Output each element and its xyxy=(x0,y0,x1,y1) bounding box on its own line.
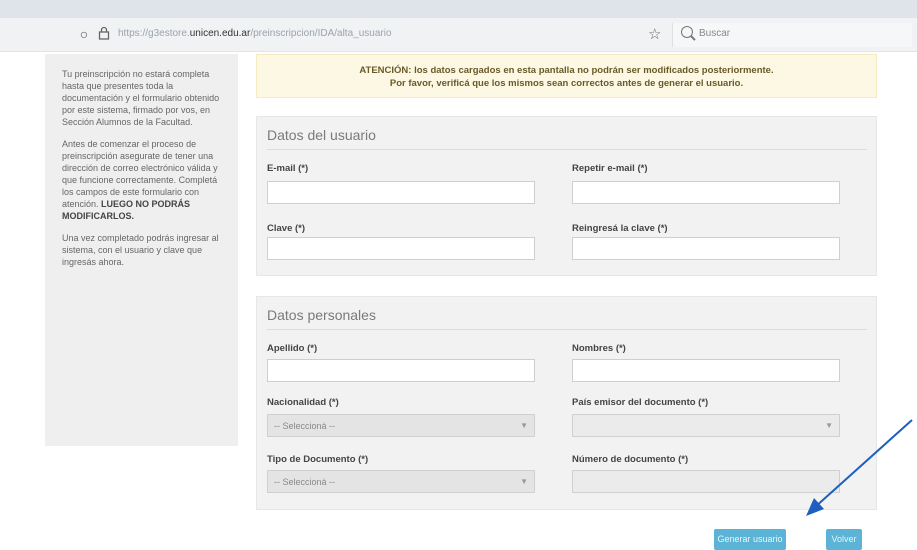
doc-type-label: Tipo de Documento (*) xyxy=(267,454,369,465)
surname-field[interactable] xyxy=(267,359,535,382)
bookmark-star-icon[interactable]: ☆ xyxy=(648,25,661,43)
search-icon xyxy=(681,26,693,38)
info-sidebar: Tu preinscripción no estará completa has… xyxy=(45,54,238,446)
nationality-label: Nacionalidad (*) xyxy=(267,397,339,408)
nationality-select-value: -- Seleccioná -- xyxy=(274,421,336,431)
doc-number-label: Número de documento (*) xyxy=(572,454,689,465)
password-label: Clave (*) xyxy=(267,223,306,234)
surname-label: Apellido (*) xyxy=(267,343,318,354)
info-paragraph-1: Tu preinscripción no estará completa has… xyxy=(62,69,220,127)
info-paragraph-3: Una vez completado podrás ingresar al si… xyxy=(62,233,219,267)
search-placeholder: Buscar xyxy=(699,28,731,39)
section-title-personal: Datos personales xyxy=(267,307,867,330)
issuing-country-label: País emisor del documento (*) xyxy=(572,397,709,408)
user-data-section: Datos del usuario E-mail (*) Repetir e-m… xyxy=(256,116,877,276)
email-label: E-mail (*) xyxy=(267,163,309,174)
generate-user-button[interactable]: Generar usuario xyxy=(714,529,786,550)
warning-alert: ATENCIÓN: los datos cargados en esta pan… xyxy=(256,54,877,98)
names-field[interactable] xyxy=(572,359,840,382)
url-domain: unicen.edu.ar xyxy=(189,28,251,39)
url-field[interactable]: https://g3estore.unicen.edu.ar/preinscri… xyxy=(118,28,392,39)
info-paragraph-2: Antes de comenzar el proceso de preinscr… xyxy=(62,139,218,221)
browser-address-bar: ○ https://g3estore.unicen.edu.ar/preinsc… xyxy=(0,18,917,52)
section-title-user: Datos del usuario xyxy=(267,127,867,150)
repeat-password-label: Reingresá la clave (*) xyxy=(572,223,668,234)
alert-line-2: Por favor, verificá que los mismos sean … xyxy=(389,78,744,89)
doc-type-select[interactable]: -- Seleccioná -- ▼ xyxy=(267,470,535,493)
doc-type-select-value: -- Seleccioná -- xyxy=(274,477,336,487)
browser-tab-strip xyxy=(0,0,917,18)
browser-search-box[interactable]: Buscar xyxy=(672,23,912,47)
email-field[interactable] xyxy=(267,181,535,204)
repeat-email-field[interactable] xyxy=(572,181,840,204)
shield-icon: ○ xyxy=(79,26,89,42)
chevron-down-icon: ▼ xyxy=(520,477,528,486)
nationality-select[interactable]: -- Seleccioná -- ▼ xyxy=(267,414,535,437)
alert-line-1: ATENCIÓN: los datos cargados en esta pan… xyxy=(359,65,774,76)
chevron-down-icon: ▼ xyxy=(520,421,528,430)
annotation-arrow-icon xyxy=(806,419,913,516)
names-label: Nombres (*) xyxy=(572,343,626,354)
lock-icon xyxy=(96,26,112,42)
password-field[interactable] xyxy=(267,237,535,260)
repeat-email-label: Repetir e-mail (*) xyxy=(572,163,648,174)
repeat-password-field[interactable] xyxy=(572,237,840,260)
